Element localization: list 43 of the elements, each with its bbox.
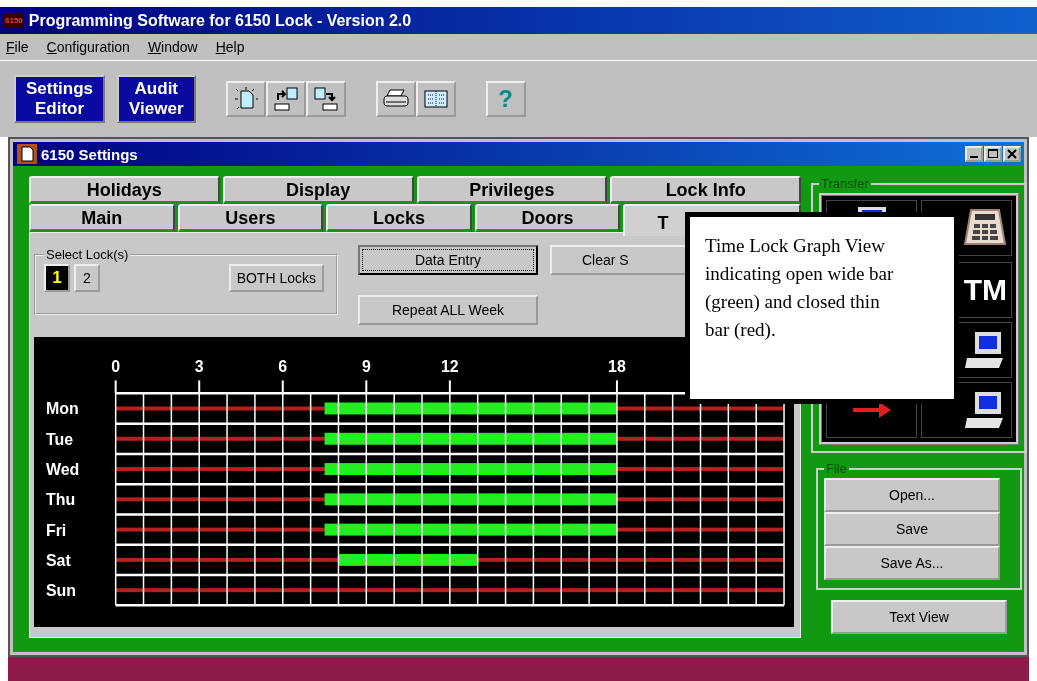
action-button[interactable]: Data Entry xyxy=(358,245,538,275)
file-button[interactable]: Save As... xyxy=(824,546,1000,580)
tab[interactable]: Users xyxy=(177,204,324,232)
day-label: Thu xyxy=(45,491,76,509)
file-button[interactable]: Open... xyxy=(824,478,1000,512)
tab[interactable]: Main xyxy=(29,204,175,232)
lock-button[interactable]: 2 xyxy=(74,264,100,292)
text-view-button[interactable]: Text View xyxy=(831,600,1007,634)
menu-item[interactable]: Window xyxy=(147,39,198,55)
tab[interactable]: Holidays xyxy=(29,176,220,204)
file-button[interactable]: Save xyxy=(824,512,1000,546)
tab[interactable]: Privileges xyxy=(416,176,608,204)
tick-label: 18 xyxy=(608,358,626,376)
group-label: Select Lock(s) xyxy=(45,247,130,262)
day-label: Sat xyxy=(45,551,71,569)
day-label: Tue xyxy=(45,430,74,448)
day-label: Wed xyxy=(45,461,80,479)
lock-button[interactable]: 1 xyxy=(44,264,70,292)
app-logo: 6150 xyxy=(4,13,24,28)
tab[interactable]: Lock Info xyxy=(610,176,801,204)
tick-label: 12 xyxy=(441,358,459,376)
tick-label: 9 xyxy=(361,358,371,376)
day-label: Fri xyxy=(45,521,67,539)
group-label: File xyxy=(825,461,848,476)
lock-button[interactable]: BOTH Locks xyxy=(228,264,324,292)
tab[interactable]: Display xyxy=(222,176,414,204)
tick-label: 3 xyxy=(194,358,204,376)
tick-label: 0 xyxy=(111,358,121,376)
child-window-title: 6150 Settings xyxy=(41,145,139,163)
day-label: Mon xyxy=(45,400,79,418)
mode-button[interactable]: Audit Viewer xyxy=(117,75,196,123)
tab[interactable]: Doors xyxy=(474,204,621,232)
menu-item[interactable]: File xyxy=(6,39,29,55)
menu-item[interactable]: Configuration xyxy=(46,39,130,55)
day-label: Sun xyxy=(45,582,77,600)
mode-button[interactable]: Settings Editor xyxy=(14,75,106,123)
tick-label: 6 xyxy=(278,358,288,376)
group-label: Transfer xyxy=(820,176,870,191)
tab[interactable]: Locks xyxy=(326,204,472,232)
window-title: Programming Software for 6150 Lock - Version 2.0 xyxy=(28,11,412,30)
callout-tooltip: Time Lock Graph View indicating open wide bar (green) and closed thin bar (red). xyxy=(685,212,959,404)
action-button[interactable]: Repeat ALL Week xyxy=(358,295,538,325)
menu-item[interactable]: Help xyxy=(215,39,245,55)
